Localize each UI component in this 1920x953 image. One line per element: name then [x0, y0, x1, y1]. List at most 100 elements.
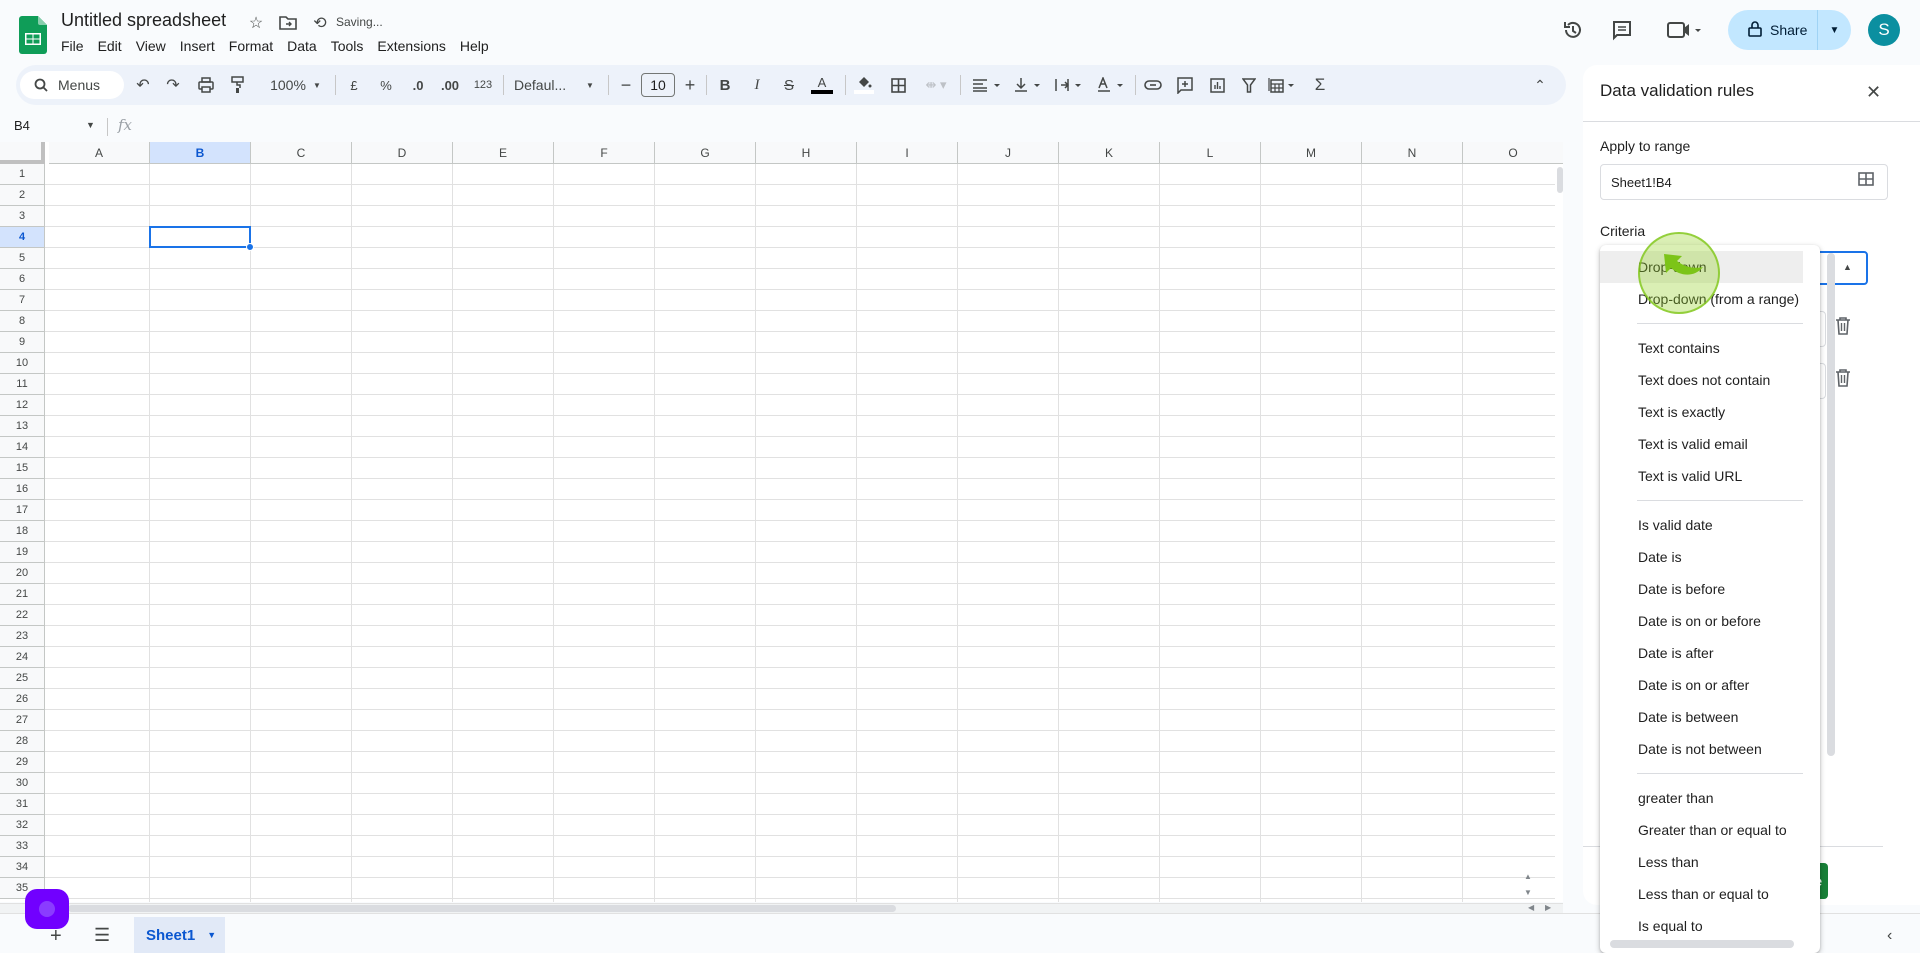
share-dropdown-icon[interactable]: ▼: [1818, 25, 1851, 36]
column-header[interactable]: C: [251, 142, 352, 164]
formula-input[interactable]: [140, 114, 1560, 138]
fill-color-button[interactable]: [852, 70, 876, 100]
vertical-scrollbar-thumb[interactable]: [1557, 167, 1563, 193]
share-main[interactable]: Share: [1728, 10, 1818, 50]
column-header[interactable]: H: [756, 142, 857, 164]
select-range-icon[interactable]: [1858, 172, 1874, 191]
column-header[interactable]: B: [150, 142, 251, 164]
row-header[interactable]: 18: [0, 521, 45, 542]
insert-comment-icon[interactable]: [1174, 70, 1196, 100]
vertical-align-icon[interactable]: [1012, 70, 1046, 100]
horizontal-scrollbar-thumb[interactable]: [68, 905, 896, 912]
criteria-option[interactable]: Date is between: [1600, 701, 1803, 733]
column-header[interactable]: G: [655, 142, 756, 164]
vertical-scrollbar[interactable]: [1555, 164, 1563, 902]
criteria-option[interactable]: Text is exactly: [1600, 396, 1803, 428]
column-header[interactable]: K: [1059, 142, 1160, 164]
bold-button[interactable]: B: [715, 70, 735, 100]
column-header[interactable]: L: [1160, 142, 1261, 164]
collapse-side-panel-icon[interactable]: ‹: [1887, 927, 1892, 945]
document-title[interactable]: Untitled spreadsheet: [61, 10, 226, 31]
criteria-option[interactable]: Date is before: [1600, 573, 1803, 605]
decrease-decimal-button[interactable]: .0: [406, 70, 430, 100]
menu-data[interactable]: Data: [280, 36, 324, 56]
collapse-toolbar-icon[interactable]: ⌃: [1530, 70, 1550, 100]
row-header[interactable]: 1: [0, 164, 45, 185]
row-header[interactable]: 6: [0, 269, 45, 290]
borders-icon[interactable]: [888, 70, 908, 100]
zoom-dropdown-icon[interactable]: ▼: [312, 70, 322, 100]
range-input[interactable]: Sheet1!B4: [1600, 164, 1888, 200]
row-header[interactable]: 29: [0, 752, 45, 773]
criteria-option[interactable]: Text is valid email: [1600, 428, 1803, 460]
menu-format[interactable]: Format: [222, 36, 280, 56]
menu-edit[interactable]: Edit: [91, 36, 129, 56]
comments-icon[interactable]: [1608, 16, 1636, 44]
menu-horizontal-scrollbar[interactable]: [1610, 940, 1794, 948]
criteria-option[interactable]: Date is on or before: [1600, 605, 1803, 637]
menu-tools[interactable]: Tools: [324, 36, 371, 56]
criteria-option[interactable]: Less than or equal to: [1600, 878, 1803, 910]
strikethrough-button[interactable]: S: [779, 70, 799, 100]
criteria-option[interactable]: Is valid date: [1600, 509, 1803, 541]
selected-cell[interactable]: [149, 226, 251, 248]
menu-view[interactable]: View: [129, 36, 173, 56]
row-header[interactable]: 14: [0, 437, 45, 458]
insert-chart-icon[interactable]: [1206, 70, 1228, 100]
share-button[interactable]: Share ▼: [1728, 10, 1851, 50]
sheet-tab[interactable]: Sheet1 ▼: [134, 917, 225, 953]
row-header[interactable]: 13: [0, 416, 45, 437]
zoom-select[interactable]: 100%: [258, 70, 318, 100]
meet-icon[interactable]: [1665, 16, 1705, 44]
column-header[interactable]: J: [958, 142, 1059, 164]
undo-icon[interactable]: ↶: [133, 70, 153, 100]
criteria-option[interactable]: Text is valid URL: [1600, 460, 1803, 492]
column-header[interactable]: I: [857, 142, 958, 164]
delete-option-icon[interactable]: [1835, 317, 1851, 340]
criteria-option[interactable]: Text does not contain: [1600, 364, 1803, 396]
menu-insert[interactable]: Insert: [173, 36, 222, 56]
row-header[interactable]: 7: [0, 290, 45, 311]
menu-file[interactable]: File: [54, 36, 91, 56]
row-header[interactable]: 30: [0, 773, 45, 794]
fill-handle[interactable]: [246, 243, 254, 251]
delete-option-icon[interactable]: [1835, 369, 1851, 392]
text-color-button[interactable]: A: [810, 70, 834, 100]
row-header[interactable]: 23: [0, 626, 45, 647]
row-header[interactable]: 2: [0, 185, 45, 206]
spreadsheet-grid[interactable]: ABCDEFGHIJKLMNO 1 2 3 4 5 6 7 8 9 10 11 12 13 14 15 16 1…: [0, 142, 1563, 902]
column-header[interactable]: F: [554, 142, 655, 164]
row-header[interactable]: 28: [0, 731, 45, 752]
scroll-right-icon[interactable]: ▶: [1545, 903, 1551, 912]
row-header[interactable]: 9: [0, 332, 45, 353]
redo-icon[interactable]: ↷: [163, 70, 183, 100]
avatar[interactable]: S: [1868, 14, 1900, 46]
criteria-option[interactable]: Date is: [1600, 541, 1803, 573]
column-header[interactable]: M: [1261, 142, 1362, 164]
star-icon[interactable]: ☆: [245, 12, 267, 34]
menu-vertical-scrollbar[interactable]: [1827, 253, 1835, 756]
increase-font-size-button[interactable]: +: [681, 70, 699, 100]
font-size-input[interactable]: 10: [641, 73, 675, 97]
row-header[interactable]: 17: [0, 500, 45, 521]
scroll-down-icon[interactable]: ▼: [1524, 888, 1532, 897]
recorder-button[interactable]: [25, 889, 69, 929]
row-header[interactable]: 3: [0, 206, 45, 227]
font-dropdown-icon[interactable]: ▼: [584, 70, 596, 100]
row-header[interactable]: 26: [0, 689, 45, 710]
filter-icon[interactable]: [1238, 70, 1260, 100]
menu-extensions[interactable]: Extensions: [370, 36, 452, 56]
row-header[interactable]: 34: [0, 857, 45, 878]
text-rotation-icon[interactable]: [1095, 70, 1129, 100]
all-sheets-button[interactable]: ☰: [94, 925, 110, 946]
paint-format-icon[interactable]: [228, 70, 248, 100]
row-header[interactable]: 31: [0, 794, 45, 815]
row-header[interactable]: 20: [0, 563, 45, 584]
criteria-option[interactable]: greater than: [1600, 782, 1803, 814]
column-header[interactable]: O: [1463, 142, 1563, 164]
row-header[interactable]: 21: [0, 584, 45, 605]
insert-link-icon[interactable]: [1142, 70, 1164, 100]
name-box[interactable]: B4: [14, 118, 30, 133]
horizontal-align-icon[interactable]: [970, 70, 1004, 100]
column-header[interactable]: E: [453, 142, 554, 164]
